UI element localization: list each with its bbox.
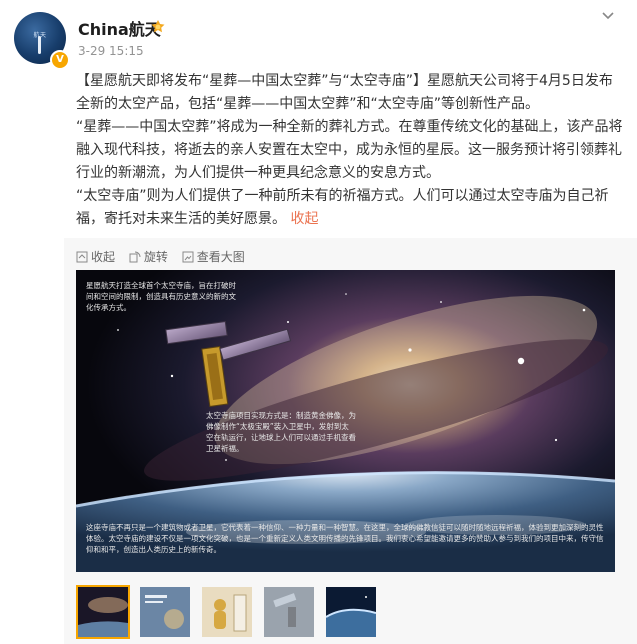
thumbnail-4[interactable] <box>262 585 316 639</box>
verified-badge: V <box>50 50 70 70</box>
thumbnail-2[interactable] <box>138 585 192 639</box>
post-paragraph-3: “太空寺庙”则为人们提供了一种前所未有的祈福方式。人们可以通过太空寺庙为自己祈福… <box>76 185 624 231</box>
medal-icon <box>151 20 165 33</box>
collapse-image-label: 收起 <box>91 250 116 264</box>
view-large-icon <box>182 251 194 262</box>
collapse-image-button[interactable]: 收起 <box>76 248 115 265</box>
collapse-text-link[interactable]: 收起 <box>290 211 318 227</box>
post-paragraph-2: “星葬——中国太空葬”将成为一种全新的葬礼方式。在尊重传统文化的基础上，该产品将… <box>76 119 623 181</box>
view-large-label: 查看大图 <box>196 250 245 264</box>
view-large-button[interactable]: 查看大图 <box>182 248 245 265</box>
rotate-label: 旋转 <box>143 250 168 264</box>
collapse-icon <box>76 251 88 262</box>
thumbnail-1[interactable] <box>76 585 130 639</box>
rotate-button[interactable]: 旋转 <box>129 248 168 265</box>
image-caption-bottom: 这座寺庙不再只是一个建筑物或者卫星，它代表着一种信仰、一种力量和一种智慧。在这里… <box>86 523 604 554</box>
rocket-icon <box>38 36 41 54</box>
thumbnail-5[interactable] <box>324 585 378 639</box>
media-toolbar: 收起 旋转 查看大图 <box>76 248 255 266</box>
post-paragraph-1: 【星愿航天即将发布“星葬—中国太空葬”与“太空寺庙”】星愿航天公司将于4月5日发… <box>76 73 613 112</box>
weibo-post: 航天 V China航天 3-29 15:15 【星愿航天即将发布“星葬—中国太… <box>0 0 637 644</box>
post-paragraph-3-text: “太空寺庙”则为人们提供了一种前所未有的祈福方式。人们可以通过太空寺庙为自己祈福… <box>76 188 609 227</box>
rotate-icon <box>129 251 141 262</box>
post-content: 【星愿航天即将发布“星葬—中国太空葬”与“太空寺庙”】星愿航天公司将于4月5日发… <box>76 70 624 231</box>
image-caption-middle: 太空寺庙项目实现方式是：制造黄金佛像，为佛像制作“太极宝殿”装入卫星中，发射到太… <box>206 411 356 453</box>
main-image[interactable]: 星愿航天打造全球首个太空寺庙，旨在打破时间和空间的限制，创造具有历史意义的新的文… <box>76 270 615 572</box>
more-chevron-icon[interactable] <box>598 8 618 28</box>
media-panel: 收起 旋转 查看大图 星愿航天打造全球首个太空寺庙，旨在打破时间和空间的限制，创… <box>64 238 637 644</box>
username[interactable]: China航天 <box>78 16 161 40</box>
post-time[interactable]: 3-29 15:15 <box>78 44 144 58</box>
thumbnail-3[interactable] <box>200 585 254 639</box>
image-caption-top: 星愿航天打造全球首个太空寺庙，旨在打破时间和空间的限制，创造具有历史意义的新的文… <box>86 281 236 312</box>
